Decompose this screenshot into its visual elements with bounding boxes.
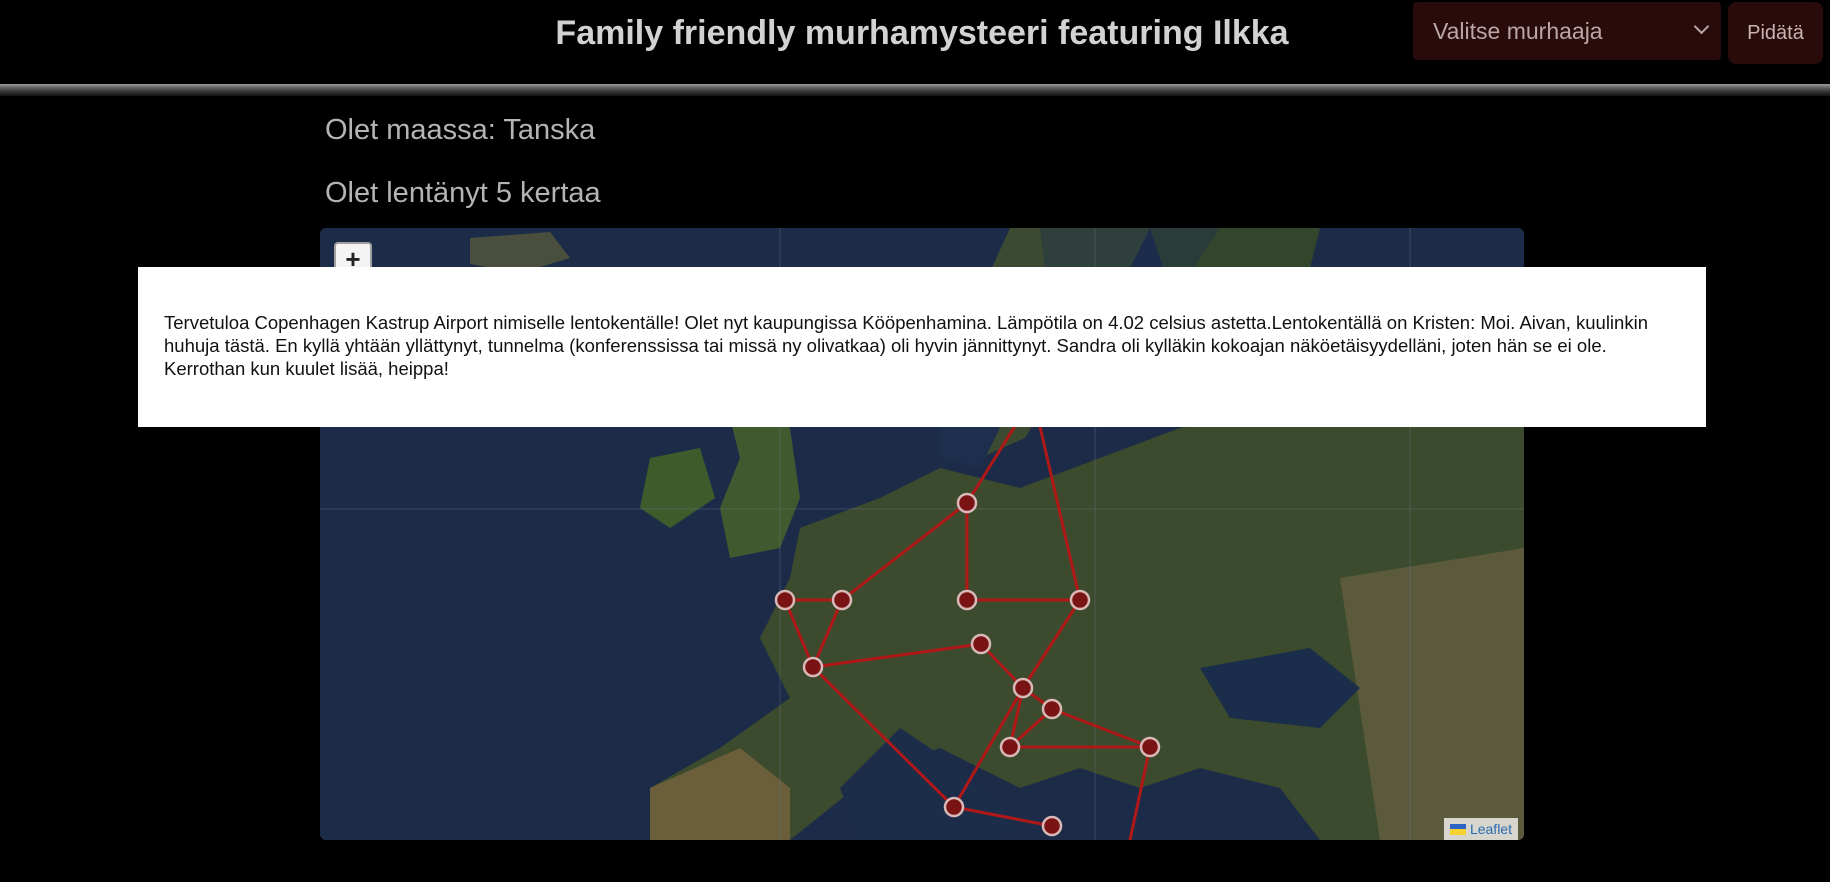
- airport-marker: [1041, 815, 1063, 837]
- airport-marker: [943, 796, 965, 818]
- airport-marker: [774, 589, 796, 611]
- airport-dialog[interactable]: Tervetuloa Copenhagen Kastrup Airport ni…: [138, 267, 1706, 427]
- airport-marker: [1012, 677, 1034, 699]
- airport-marker: [956, 492, 978, 514]
- header-divider: [0, 84, 1830, 96]
- attribution-link[interactable]: Leaflet: [1470, 821, 1512, 837]
- flight-count: Olet lentänyt 5 kertaa: [325, 177, 601, 209]
- airport-marker: [1139, 736, 1161, 758]
- map-attribution[interactable]: Leaflet: [1443, 818, 1518, 840]
- airport-marker: [999, 736, 1021, 758]
- airport-marker: [802, 656, 824, 678]
- airport-marker: [831, 589, 853, 611]
- suspect-select-value: Valitse murhaaja: [1433, 17, 1603, 44]
- current-country: Olet maassa: Tanska: [325, 114, 596, 146]
- airport-marker: [970, 633, 992, 655]
- airport-marker: [1069, 589, 1091, 611]
- chevron-down-icon: [1693, 18, 1710, 35]
- header-bar: Family friendly murhamysteeri featuring …: [0, 0, 1830, 84]
- dialog-message: Tervetuloa Copenhagen Kastrup Airport ni…: [164, 312, 1648, 379]
- airport-marker: [956, 589, 978, 611]
- arrest-button[interactable]: Pidätä: [1728, 2, 1823, 64]
- ukraine-flag-icon: [1449, 823, 1466, 835]
- airport-marker: [1041, 698, 1063, 720]
- suspect-select[interactable]: Valitse murhaaja: [1413, 2, 1721, 60]
